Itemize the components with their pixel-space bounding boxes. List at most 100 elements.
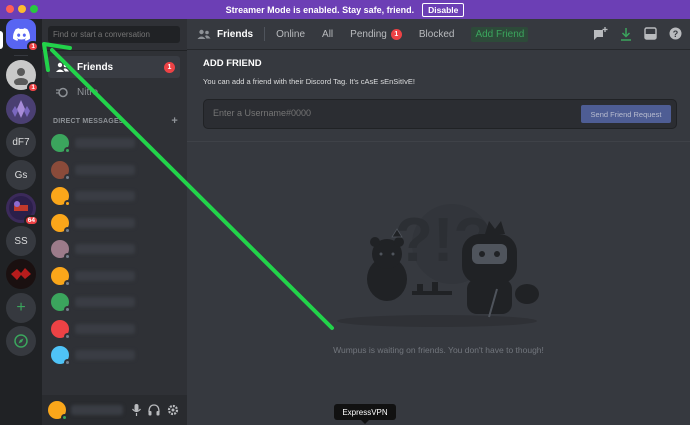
minimize-window-button[interactable] bbox=[18, 5, 26, 13]
wumpus-figure bbox=[462, 221, 539, 318]
status-indicator bbox=[61, 414, 68, 421]
tab-all[interactable]: All bbox=[322, 29, 333, 40]
home-button[interactable]: 1 bbox=[6, 19, 39, 52]
status-indicator bbox=[64, 359, 71, 366]
add-friend-title: ADD FRIEND bbox=[203, 58, 262, 69]
game-art-icon bbox=[11, 268, 31, 280]
dm-list-item[interactable] bbox=[48, 238, 180, 260]
server-icon-ss[interactable]: SS bbox=[6, 226, 36, 256]
dm-list-item[interactable] bbox=[48, 265, 180, 287]
tab-online[interactable]: Online bbox=[276, 29, 305, 40]
user-controls bbox=[132, 404, 179, 416]
friends-icon bbox=[197, 29, 211, 39]
new-group-dm-icon[interactable] bbox=[593, 27, 608, 41]
crystal-icon bbox=[12, 100, 30, 118]
compass-icon bbox=[14, 334, 28, 348]
dm-search-input[interactable] bbox=[48, 26, 180, 43]
friends-main: Friends Online All Pending 1 Blocked Add… bbox=[187, 19, 690, 425]
gear-icon[interactable] bbox=[167, 404, 179, 416]
sidebar-item-nitro[interactable]: Nitro bbox=[48, 81, 180, 103]
server-icon-df7[interactable]: dF7 bbox=[6, 127, 36, 157]
wumpus-illustration: ?!? bbox=[337, 204, 539, 327]
dm-avatar bbox=[51, 160, 71, 181]
add-friend-form: Send Friend Request bbox=[203, 99, 677, 129]
headphones-icon[interactable] bbox=[148, 404, 160, 416]
add-server-button[interactable]: + bbox=[6, 293, 36, 323]
dm-name-redacted bbox=[75, 244, 135, 254]
zoom-window-button[interactable] bbox=[30, 5, 38, 13]
section-divider bbox=[187, 141, 690, 142]
dm-name-redacted bbox=[75, 138, 135, 148]
dm-avatar bbox=[51, 266, 71, 287]
download-icon[interactable] bbox=[620, 27, 632, 41]
server-icon-8[interactable] bbox=[6, 259, 36, 289]
server-icon-6[interactable]: 64 bbox=[6, 193, 39, 226]
inbox-icon[interactable] bbox=[644, 27, 657, 40]
status-indicator bbox=[64, 332, 71, 340]
dm-list-item[interactable] bbox=[48, 291, 180, 313]
tooltip-label: ExpressVPN bbox=[342, 407, 388, 417]
dm-list-item[interactable] bbox=[48, 185, 180, 207]
pending-badge: 1 bbox=[390, 28, 402, 40]
user-avatar[interactable] bbox=[48, 401, 68, 421]
direct-messages-label: DIRECT MESSAGES bbox=[53, 118, 124, 125]
server-icon-1[interactable]: 1 bbox=[6, 60, 39, 93]
tooltip: ExpressVPN bbox=[334, 404, 396, 424]
discord-logo-icon bbox=[12, 27, 30, 41]
dm-avatar bbox=[51, 240, 71, 260]
send-friend-request-button[interactable]: Send Friend Request bbox=[581, 105, 671, 123]
sidebar-item-friends[interactable]: Friends 1 bbox=[48, 56, 180, 78]
dm-avatar bbox=[51, 293, 71, 313]
empty-state-message: Wumpus is waiting on friends. You don't … bbox=[333, 345, 544, 355]
selected-pill bbox=[0, 31, 3, 49]
tab-label: Pending bbox=[350, 28, 387, 40]
window-controls bbox=[6, 5, 38, 13]
dm-name-redacted bbox=[75, 270, 135, 281]
dm-list-item[interactable] bbox=[48, 159, 180, 181]
tab-label: Online bbox=[276, 28, 306, 40]
server-label: dF7 bbox=[12, 136, 30, 148]
dm-avatar bbox=[51, 134, 71, 154]
user-panel bbox=[42, 395, 187, 425]
friends-icon bbox=[56, 62, 69, 72]
dm-list-item[interactable] bbox=[48, 318, 180, 340]
friends-heading: Friends bbox=[197, 29, 253, 40]
tab-label: Add Friend bbox=[475, 28, 525, 40]
create-dm-button[interactable]: + bbox=[171, 115, 178, 127]
sidebar-item-label: Friends bbox=[77, 61, 114, 73]
status-indicator bbox=[64, 173, 71, 181]
tab-pending[interactable]: Pending 1 bbox=[350, 28, 402, 40]
tab-add-friend[interactable]: Add Friend bbox=[471, 26, 529, 42]
streamer-mode-banner: Streamer Mode is enabled. Stay safe, fri… bbox=[0, 0, 690, 19]
dm-list-item[interactable] bbox=[48, 344, 180, 366]
dm-list-item[interactable] bbox=[48, 212, 180, 234]
dm-sidebar: Friends 1 Nitro DIRECT MESSAGES + bbox=[42, 19, 187, 425]
friends-badge: 1 bbox=[164, 62, 175, 73]
dm-avatar bbox=[51, 187, 71, 207]
status-indicator bbox=[64, 253, 71, 260]
tab-blocked[interactable]: Blocked bbox=[419, 29, 455, 40]
toolbar-icons: ? bbox=[593, 27, 682, 41]
username-input[interactable] bbox=[213, 108, 513, 118]
dm-name-redacted bbox=[75, 323, 135, 334]
help-icon[interactable]: ? bbox=[669, 27, 682, 40]
dm-list-item[interactable] bbox=[48, 132, 180, 154]
server-rail: 1 1 dF7 Gs 64 SS + bbox=[0, 19, 42, 425]
dm-avatar bbox=[51, 346, 71, 366]
status-indicator bbox=[64, 226, 71, 234]
dm-name-redacted bbox=[75, 217, 135, 228]
tab-label: Blocked bbox=[418, 28, 455, 40]
close-window-button[interactable] bbox=[6, 5, 14, 13]
dm-avatar bbox=[51, 213, 71, 234]
explore-servers-button[interactable] bbox=[6, 326, 36, 356]
tab-label: All bbox=[322, 28, 334, 40]
server-icon-gs[interactable]: Gs bbox=[6, 160, 36, 190]
rail-separator bbox=[14, 55, 28, 56]
server-icon-2[interactable] bbox=[6, 94, 36, 124]
disable-streamer-mode-button[interactable]: Disable bbox=[422, 2, 465, 17]
friends-toolbar: Friends Online All Pending 1 Blocked Add… bbox=[187, 19, 690, 50]
microphone-icon[interactable] bbox=[132, 404, 141, 416]
direct-messages-header: DIRECT MESSAGES + bbox=[53, 115, 178, 127]
server-badge: 1 bbox=[27, 82, 39, 93]
bear-figure bbox=[367, 228, 407, 301]
